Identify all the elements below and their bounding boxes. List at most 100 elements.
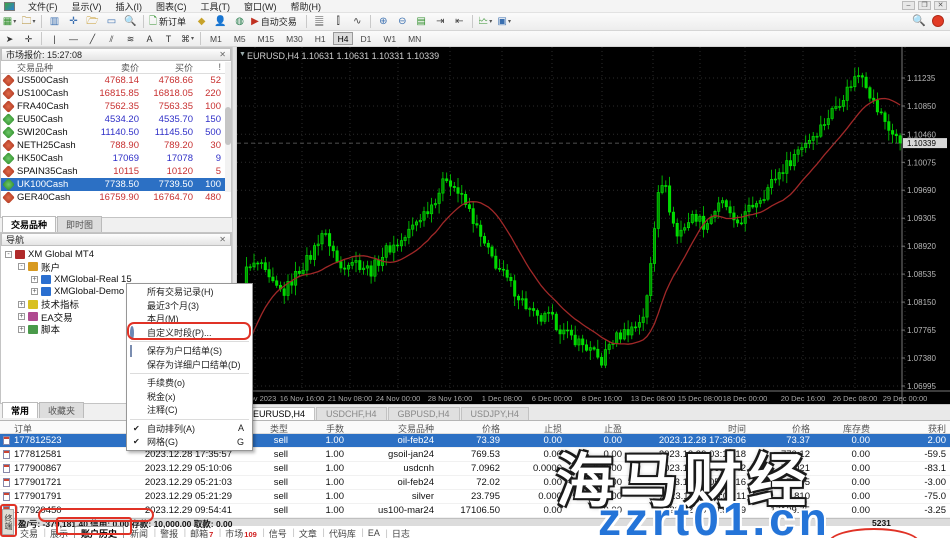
hline-icon[interactable]: — xyxy=(65,31,82,46)
channel-icon[interactable]: ⫽ xyxy=(103,31,120,46)
indicators-icon[interactable]: 🗠▾ xyxy=(477,14,494,29)
minimize-button[interactable]: – xyxy=(902,1,915,10)
terminal-tab-EA[interactable]: EA| xyxy=(362,528,386,538)
notification-icon[interactable] xyxy=(932,15,944,27)
market-watch-row-GER40Cash[interactable]: GER40Cash16759.9016764.70480 xyxy=(1,191,231,204)
context-menu-item-6[interactable]: 保存为详细户口结单(D) xyxy=(127,358,252,372)
arrange-asc-icon[interactable]: ⇥ xyxy=(432,14,449,29)
tree-item-账户[interactable]: -账户 xyxy=(3,261,231,274)
vline-icon[interactable]: | xyxy=(46,31,63,46)
context-menu-item-10[interactable]: 注释(C) xyxy=(127,403,252,417)
menu-2[interactable]: 插入(I) xyxy=(109,0,150,14)
expand-icon[interactable]: - xyxy=(5,251,12,258)
candlestick-chart[interactable]: 1.112351.108501.104601.100751.096901.093… xyxy=(237,47,950,404)
line-chart-icon[interactable]: ∿ xyxy=(349,14,366,29)
market-watch-row-FRA40Cash[interactable]: FRA40Cash7562.357563.35100 xyxy=(1,100,231,113)
chart-window[interactable]: ▼ EURUSD,H4 1.10631 1.10631 1.10331 1.10… xyxy=(237,47,950,404)
market-watch-row-UK100Cash[interactable]: UK100Cash7738.507739.50100 xyxy=(1,178,231,191)
timeframe-H1[interactable]: H1 xyxy=(310,32,331,45)
data-window-icon[interactable]: ✛ xyxy=(65,14,82,29)
terminal-tab-警报[interactable]: 警报| xyxy=(154,527,184,538)
terminal-tab-信号[interactable]: 信号| xyxy=(263,527,293,538)
timeframe-M15[interactable]: M15 xyxy=(253,32,280,45)
market-watch-icon[interactable]: ▥ xyxy=(46,14,63,29)
market-watch-row-US500Cash[interactable]: US500Cash4768.144768.6652 xyxy=(1,74,231,87)
crosshair-icon[interactable]: ✛ xyxy=(20,31,37,46)
context-menu-item-0[interactable]: 所有交易记录(H) xyxy=(127,285,252,299)
market-watch-row-BCHUSD[interactable]: BCHUSD272.88275.11223 xyxy=(1,204,231,205)
market-watch-column-header[interactable]: 交易品种 卖价 买价 ! xyxy=(1,61,231,74)
bars-chart-icon[interactable]: 𝄛 xyxy=(311,14,328,29)
chart-tab-EURUSD,H4[interactable]: EURUSD,H4 xyxy=(243,407,315,420)
terminal-tab-市场[interactable]: 市场109| xyxy=(219,527,263,538)
chart-tab-GBPUSD,H4[interactable]: GBPUSD,H4 xyxy=(388,407,460,420)
expand-icon[interactable]: + xyxy=(18,301,25,308)
expand-icon[interactable]: + xyxy=(31,276,38,283)
context-menu-item-1[interactable]: 最近3个月(3) xyxy=(127,299,252,313)
one-click-trading-icon[interactable]: ▼ xyxy=(239,51,246,58)
timeframe-D1[interactable]: D1 xyxy=(355,32,376,45)
market-watch-scrollbar[interactable] xyxy=(225,62,231,192)
cursor-icon[interactable]: ➤ xyxy=(1,31,18,46)
chart-tab-USDCHF,H4[interactable]: USDCHF,H4 xyxy=(316,407,387,420)
close-button[interactable]: ✕ xyxy=(934,1,947,10)
fibonacci-icon[interactable]: ≋ xyxy=(122,31,139,46)
metaquotes-icon[interactable]: ◆ xyxy=(193,14,210,29)
terminal-tab-日志[interactable]: 日志 xyxy=(386,527,416,538)
new-chart-icon[interactable]: ▦▾ xyxy=(1,14,18,29)
tester-icon[interactable]: 🔍 xyxy=(122,14,139,29)
trendline-icon[interactable]: ╱ xyxy=(84,31,101,46)
expand-icon[interactable]: + xyxy=(18,313,25,320)
new-order-button[interactable]: 🗋新订单 xyxy=(148,14,191,29)
market-watch-row-SWI20Cash[interactable]: SWI20Cash11140.5011145.50500 xyxy=(1,126,231,139)
market-watch-tab-交易品种[interactable]: 交易品种 xyxy=(2,216,56,232)
timeframe-M5[interactable]: M5 xyxy=(229,32,251,45)
menu-0[interactable]: 文件(F) xyxy=(21,0,65,14)
timeframe-H4[interactable]: H4 xyxy=(333,32,354,45)
community-icon[interactable]: 👤 xyxy=(212,14,229,29)
zoom-in-icon[interactable]: ⊕ xyxy=(375,14,392,29)
search-icon[interactable]: 🔍 xyxy=(912,14,926,27)
terminal-tab-交易[interactable]: 交易| xyxy=(14,527,44,538)
tile-windows-icon[interactable]: ▤ xyxy=(413,14,430,29)
navigator-icon[interactable]: 🗁 xyxy=(84,14,101,29)
menu-1[interactable]: 显示(V) xyxy=(65,0,109,14)
market-watch-row-EU50Cash[interactable]: EU50Cash4534.204535.70150 xyxy=(1,113,231,126)
context-menu-item-13[interactable]: ✔网格(G)G xyxy=(127,435,252,449)
tree-item-XM Global MT4[interactable]: -XM Global MT4 xyxy=(3,248,231,261)
timeframe-M1[interactable]: M1 xyxy=(205,32,227,45)
context-menu-item-8[interactable]: 手续费(o) xyxy=(127,376,252,390)
menu-3[interactable]: 图表(C) xyxy=(149,0,194,14)
chart-tab-USDJPY,H4[interactable]: USDJPY,H4 xyxy=(461,407,529,420)
terminal-tab-文章[interactable]: 文章| xyxy=(293,527,323,538)
navigator-tab-常用[interactable]: 常用 xyxy=(2,402,38,418)
menu-4[interactable]: 工具(T) xyxy=(194,0,238,14)
market-watch-row-SPAIN35Cash[interactable]: SPAIN35Cash10115101205 xyxy=(1,165,231,178)
context-menu-item-9[interactable]: 税金(x) xyxy=(127,390,252,404)
market-watch-row-NETH25Cash[interactable]: NETH25Cash788.90789.2030 xyxy=(1,139,231,152)
shapes-icon[interactable]: ⌘▾ xyxy=(179,31,196,46)
navigator-tab-收藏夹[interactable]: 收藏夹 xyxy=(39,402,84,418)
periods-icon[interactable]: ▣▾ xyxy=(496,14,513,29)
zoom-out-icon[interactable]: ⊖ xyxy=(394,14,411,29)
market-watch-row-US100Cash[interactable]: US100Cash16815.8516818.05220 xyxy=(1,87,231,100)
globe-icon[interactable]: ◍ xyxy=(231,14,248,29)
menu-6[interactable]: 帮助(H) xyxy=(284,0,329,14)
expand-icon[interactable]: + xyxy=(31,288,38,295)
market-watch-close-icon[interactable]: ✕ xyxy=(219,50,226,59)
market-watch-tab-即时图[interactable]: 即时图 xyxy=(57,216,102,232)
context-menu-item-5[interactable]: 保存为户口结单(S) xyxy=(127,344,252,358)
menu-5[interactable]: 窗口(W) xyxy=(237,0,284,14)
navigator-close-icon[interactable]: ✕ xyxy=(219,235,226,244)
autotrading-button[interactable]: ▶自动交易 xyxy=(250,14,302,29)
candles-chart-icon[interactable]: ⫿ xyxy=(330,14,347,29)
timeframe-W1[interactable]: W1 xyxy=(378,32,401,45)
arrange-desc-icon[interactable]: ⇤ xyxy=(451,14,468,29)
restore-button[interactable]: ❐ xyxy=(918,1,931,10)
expand-icon[interactable]: - xyxy=(18,263,25,270)
terminal-tab-代码库[interactable]: 代码库| xyxy=(323,527,362,538)
terminal-tab-邮箱[interactable]: 邮箱7| xyxy=(184,527,219,538)
expand-icon[interactable]: + xyxy=(18,326,25,333)
terminal-icon[interactable]: ▭ xyxy=(103,14,120,29)
market-watch-row-HK50Cash[interactable]: HK50Cash17069170789 xyxy=(1,152,231,165)
